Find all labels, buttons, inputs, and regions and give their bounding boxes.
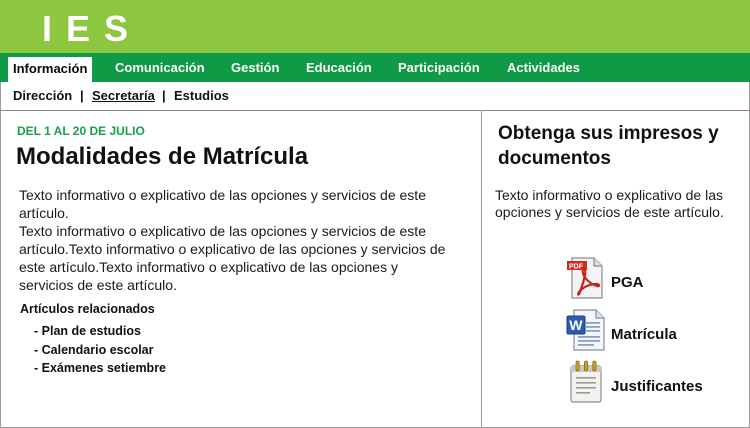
main-nav: Información Comunicación Gestión Educaci… bbox=[0, 53, 750, 82]
sub-nav: Dirección | Secretaría | Estudios bbox=[0, 82, 750, 111]
nav-item-informacion[interactable]: Información bbox=[8, 57, 93, 82]
sidebar-title: Obtenga sus impresos y documentos bbox=[498, 123, 719, 169]
notepad-icon bbox=[570, 360, 602, 403]
subnav-item-secretaria[interactable]: Secretaría bbox=[92, 88, 155, 103]
article-paragraph: Texto informativo o explicativo de las o… bbox=[19, 223, 446, 293]
subnav-item-estudios[interactable]: Estudios bbox=[174, 88, 229, 103]
document-label: Justificantes bbox=[611, 378, 703, 395]
document-link-matricula[interactable]: W Matrícula bbox=[566, 308, 741, 356]
nav-item-educacion[interactable]: Educación bbox=[306, 53, 372, 82]
nav-item-comunicacion[interactable]: Comunicación bbox=[115, 53, 205, 82]
related-article-link[interactable]: - Plan de estudios bbox=[34, 322, 166, 341]
column-divider bbox=[481, 110, 482, 428]
article-date: DEL 1 AL 20 DE JULIO bbox=[17, 124, 145, 138]
document-label: Matrícula bbox=[611, 326, 677, 343]
related-article-link[interactable]: - Calendario escolar bbox=[34, 341, 166, 360]
document-link-justificantes[interactable]: Justificantes bbox=[566, 360, 741, 408]
site-logo[interactable]: IES bbox=[42, 8, 142, 50]
related-articles-list: - Plan de estudios - Calendario escolar … bbox=[34, 322, 166, 378]
related-article-link[interactable]: - Exámenes setiembre bbox=[34, 359, 166, 378]
subnav-item-direccion[interactable]: Dirección bbox=[13, 88, 72, 103]
site-header: IES bbox=[0, 0, 750, 53]
nav-item-participacion[interactable]: Participación bbox=[398, 53, 480, 82]
svg-text:W: W bbox=[569, 317, 583, 333]
related-articles-title: Artículos relacionados bbox=[20, 302, 155, 316]
nav-item-gestion[interactable]: Gestión bbox=[231, 53, 279, 82]
document-label: PGA bbox=[611, 274, 644, 291]
article-paragraph: Texto informativo o explicativo de las o… bbox=[19, 187, 426, 221]
pdf-icon: PDF bbox=[567, 257, 603, 299]
subnav-separator: | bbox=[162, 88, 166, 103]
subnav-separator: | bbox=[80, 88, 84, 103]
document-link-pga[interactable]: PDF PGA bbox=[566, 256, 741, 304]
svg-text:PDF: PDF bbox=[569, 264, 584, 271]
sidebar-text: Texto informativo o explicativo de las o… bbox=[495, 187, 724, 220]
article-body: Texto informativo o explicativo de las o… bbox=[19, 186, 449, 294]
nav-item-actividades[interactable]: Actividades bbox=[507, 53, 580, 82]
article-title: Modalidades de Matrícula bbox=[16, 143, 309, 170]
word-document-icon: W bbox=[566, 309, 605, 351]
